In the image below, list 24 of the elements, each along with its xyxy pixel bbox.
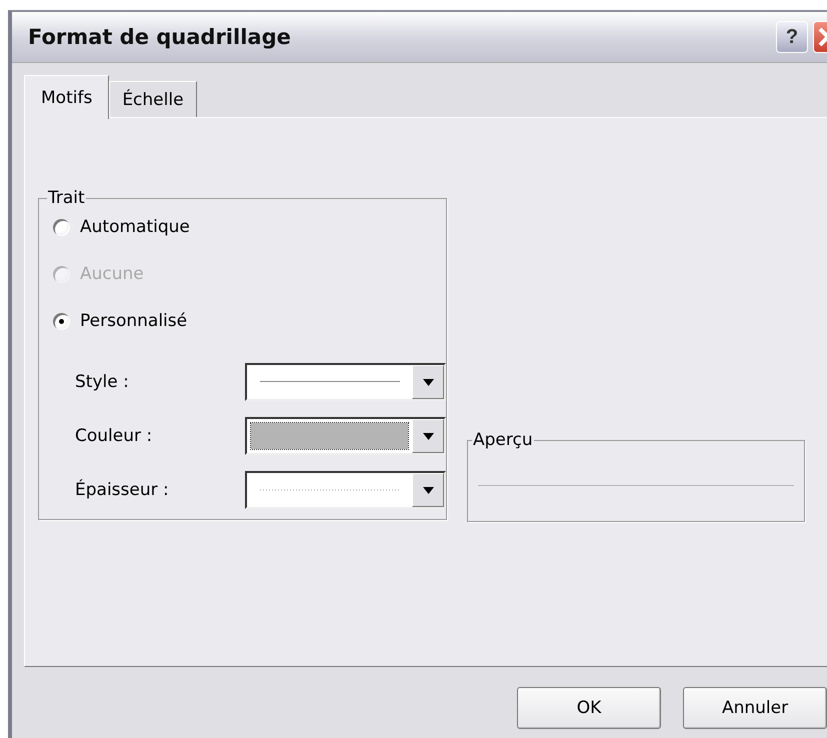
dropdown-arrow-icon[interactable] <box>422 486 434 494</box>
field-label: Épaisseur : <box>75 480 170 500</box>
line-sample-icon <box>260 381 400 383</box>
dropdown[interactable] <box>245 471 446 509</box>
tab[interactable]: Échelle <box>109 81 197 117</box>
ok-button[interactable]: OK <box>517 687 661 729</box>
radio-label: Aucune <box>80 264 144 284</box>
group-title: Trait <box>47 188 86 208</box>
tab[interactable]: Motifs <box>24 75 110 119</box>
group-title: Aperçu <box>472 430 534 450</box>
dropdown[interactable] <box>245 417 446 455</box>
radio-label: Automatique <box>80 217 190 237</box>
dropdown[interactable] <box>245 363 446 401</box>
radio-button[interactable] <box>53 218 70 236</box>
field-label: Style : <box>75 372 130 392</box>
cancel-button[interactable]: Annuler <box>683 687 827 729</box>
window-title: Format de quadrillage <box>28 25 291 49</box>
help-button[interactable]: ? <box>776 21 808 53</box>
dropdown-arrow-icon[interactable] <box>422 378 434 386</box>
dropdown-arrow-icon[interactable] <box>422 432 434 440</box>
line-sample-icon <box>260 489 400 491</box>
radio-button[interactable] <box>53 312 70 330</box>
field-label: Couleur : <box>75 426 154 446</box>
radio-label: Personnalisé <box>80 311 188 331</box>
